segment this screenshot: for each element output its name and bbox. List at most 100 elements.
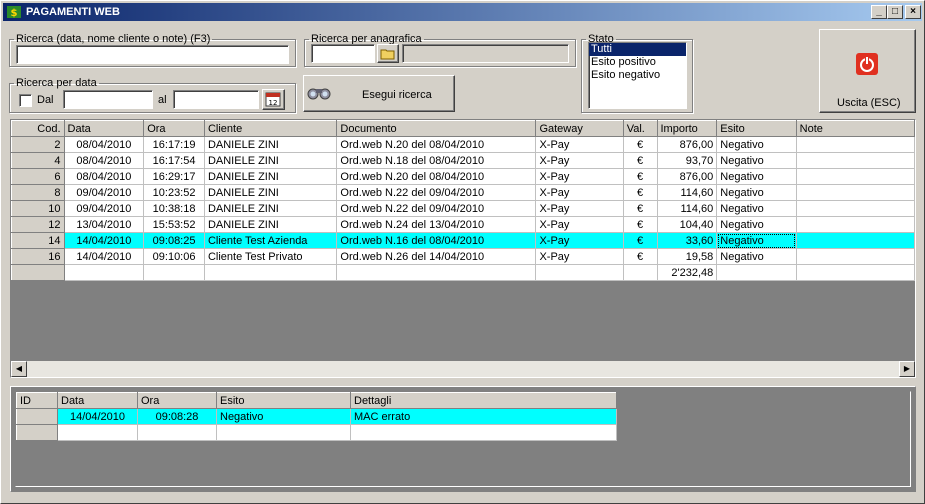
horizontal-scrollbar[interactable]: ◀ ▶ — [11, 361, 915, 377]
cell-cod[interactable]: 16 — [11, 248, 65, 265]
table-row[interactable]: 16 14/04/2010 09:10:06 Cliente Test Privato… — [11, 248, 915, 265]
cell-gateway[interactable]: X-Pay — [535, 216, 624, 233]
cell-ora[interactable]: 16:17:19 — [143, 136, 205, 153]
column-header[interactable]: Cliente — [203, 120, 338, 137]
cell-cliente[interactable]: DANIELE ZINI — [204, 136, 338, 153]
detail-column-header[interactable]: Ora — [137, 392, 217, 409]
column-header[interactable]: Ora — [143, 120, 205, 137]
cell-cliente[interactable]: Cliente Test Privato — [204, 248, 338, 265]
cell-gateway[interactable]: X-Pay — [535, 136, 624, 153]
cell-val[interactable]: € — [623, 248, 658, 265]
cell-documento[interactable]: Ord.web N.26 del 14/04/2010 — [336, 248, 537, 265]
cell-cliente[interactable]: DANIELE ZINI — [204, 168, 338, 185]
detail-row[interactable]: 14/04/2010 09:08:28 Negativo MAC errato — [16, 408, 617, 425]
detail-cell-esito[interactable]: Negativo — [216, 408, 351, 425]
cell-esito[interactable]: Negativo — [716, 232, 797, 249]
detail-cell-data[interactable]: 14/04/2010 — [57, 408, 138, 425]
stato-list[interactable]: Tutti Esito positivo Esito negativo — [588, 42, 687, 109]
detail-cell-dettagli[interactable]: MAC errato — [350, 408, 617, 425]
cell-cliente[interactable]: DANIELE ZINI — [204, 184, 338, 201]
cell-cod[interactable]: 6 — [11, 168, 65, 185]
cell-cod[interactable]: 4 — [11, 152, 65, 169]
search-input[interactable] — [16, 45, 289, 64]
cell-note[interactable] — [796, 248, 915, 265]
minimize-button[interactable]: _ — [871, 5, 887, 19]
cell-note[interactable] — [796, 232, 915, 249]
cell-cod[interactable]: 10 — [11, 200, 65, 217]
table-row[interactable]: 6 08/04/2010 16:29:17 DANIELE ZINI Ord.web N… — [11, 168, 915, 185]
cell-esito[interactable]: Negativo — [716, 200, 797, 217]
scroll-right-button[interactable]: ▶ — [899, 361, 915, 377]
cell-importo[interactable]: 33,60 — [657, 232, 718, 249]
scroll-left-button[interactable]: ◀ — [11, 361, 27, 377]
stato-option-negativo[interactable]: Esito negativo — [589, 69, 686, 82]
cell-note[interactable] — [796, 184, 915, 201]
cell-cliente[interactable]: Cliente Test Azienda — [204, 232, 338, 249]
cell-esito[interactable]: Negativo — [716, 216, 797, 233]
cell-importo[interactable]: 114,60 — [657, 184, 718, 201]
cell-importo[interactable]: 876,00 — [657, 168, 718, 185]
cell-gateway[interactable]: X-Pay — [535, 232, 624, 249]
cell-data[interactable]: 14/04/2010 — [64, 232, 145, 249]
cell-val[interactable]: € — [623, 200, 658, 217]
column-header[interactable]: Cod. — [11, 120, 65, 137]
cell-ora[interactable]: 16:29:17 — [143, 168, 205, 185]
cell-note[interactable] — [796, 216, 915, 233]
cell-gateway[interactable]: X-Pay — [535, 184, 624, 201]
stato-option-positivo[interactable]: Esito positivo — [589, 56, 686, 69]
cell-val[interactable]: € — [623, 184, 658, 201]
cell-ora[interactable]: 09:10:06 — [143, 248, 205, 265]
cell-data[interactable]: 13/04/2010 — [64, 216, 145, 233]
cell-importo[interactable]: 104,40 — [657, 216, 718, 233]
cell-gateway[interactable]: X-Pay — [535, 248, 624, 265]
detail-cell-ora[interactable]: 09:08:28 — [137, 408, 217, 425]
cell-gateway[interactable]: X-Pay — [535, 152, 624, 169]
cell-documento[interactable]: Ord.web N.20 del 08/04/2010 — [336, 168, 537, 185]
cell-cliente[interactable]: DANIELE ZINI — [204, 152, 338, 169]
cell-ora[interactable]: 10:38:18 — [143, 200, 205, 217]
cell-esito[interactable]: Negativo — [716, 152, 797, 169]
column-header[interactable]: Note — [795, 120, 915, 137]
calendar-button[interactable]: 12 — [262, 89, 285, 110]
cell-documento[interactable]: Ord.web N.18 del 08/04/2010 — [336, 152, 537, 169]
cell-data[interactable]: 08/04/2010 — [64, 152, 145, 169]
cell-note[interactable] — [796, 168, 915, 185]
cell-importo[interactable]: 876,00 — [657, 136, 718, 153]
cell-val[interactable]: € — [623, 168, 658, 185]
detail-empty-cell[interactable] — [350, 424, 617, 441]
al-date-input[interactable] — [173, 90, 259, 109]
cell-documento[interactable]: Ord.web N.22 del 09/04/2010 — [336, 184, 537, 201]
cell-note[interactable] — [796, 136, 915, 153]
close-button[interactable]: × — [905, 5, 921, 19]
column-header[interactable]: Esito — [716, 120, 797, 137]
browse-anagrafica-button[interactable] — [377, 44, 399, 63]
cell-documento[interactable]: Ord.web N.22 del 09/04/2010 — [336, 200, 537, 217]
cell-cliente[interactable]: DANIELE ZINI — [204, 216, 338, 233]
table-row[interactable]: 14 14/04/2010 09:08:25 Cliente Test Azienda… — [11, 232, 915, 249]
cell-esito[interactable]: Negativo — [716, 184, 797, 201]
cell-ora[interactable]: 09:08:25 — [143, 232, 205, 249]
cell-note[interactable] — [796, 200, 915, 217]
column-header[interactable]: Val. — [622, 120, 658, 137]
cell-data[interactable]: 14/04/2010 — [64, 248, 145, 265]
dal-date-input[interactable] — [63, 90, 153, 109]
cell-data[interactable]: 09/04/2010 — [64, 184, 145, 201]
cell-documento[interactable]: Ord.web N.16 del 08/04/2010 — [336, 232, 537, 249]
cell-esito[interactable]: Negativo — [716, 248, 797, 265]
table-row[interactable]: 10 09/04/2010 10:38:18 DANIELE ZINI Ord.web … — [11, 200, 915, 217]
cell-esito[interactable]: Negativo — [716, 136, 797, 153]
payments-grid[interactable]: Cod. Data Ora Cliente Documento Gateway Val. Im… — [10, 119, 916, 378]
cell-cod[interactable]: 2 — [11, 136, 65, 153]
cell-data[interactable]: 08/04/2010 — [64, 168, 145, 185]
cell-val[interactable]: € — [623, 232, 658, 249]
column-header[interactable]: Documento — [336, 120, 537, 137]
detail-empty-cell[interactable] — [216, 424, 351, 441]
detail-column-header[interactable]: Dettagli — [350, 392, 617, 409]
table-row[interactable]: 4 08/04/2010 16:17:54 DANIELE ZINI Ord.web N… — [11, 152, 915, 169]
stato-option-tutti[interactable]: Tutti — [589, 43, 686, 56]
cell-ora[interactable]: 16:17:54 — [143, 152, 205, 169]
exit-button[interactable]: Uscita (ESC) — [819, 29, 916, 113]
detail-empty-cell[interactable] — [137, 424, 217, 441]
cell-ora[interactable]: 10:23:52 — [143, 184, 205, 201]
cell-importo[interactable]: 93,70 — [657, 152, 718, 169]
